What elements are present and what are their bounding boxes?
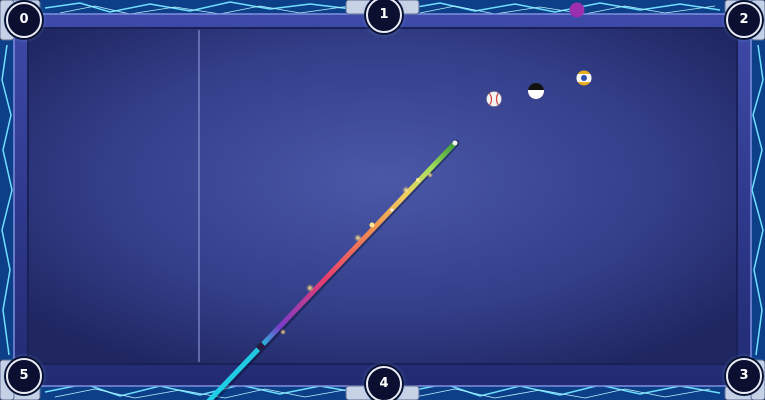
pool-game[interactable]: 0 1 2 3 4 5 <box>0 0 765 400</box>
lightning-rail-right <box>751 40 765 360</box>
cue-ball[interactable] <box>486 91 502 107</box>
pocket-2-label[interactable]: 2 <box>726 2 762 38</box>
lightning-rail-left <box>0 40 14 360</box>
purple-ball[interactable] <box>569 2 585 18</box>
pool-table[interactable] <box>0 0 765 400</box>
table-felt[interactable] <box>28 28 737 364</box>
pocket-4-label[interactable]: 4 <box>366 366 402 400</box>
pocket-0-label[interactable]: 0 <box>6 2 42 38</box>
cue-tip <box>452 140 458 146</box>
eight-ball[interactable] <box>528 83 544 99</box>
pocket-5-label[interactable]: 5 <box>6 358 42 394</box>
pocket-3-label[interactable]: 3 <box>726 358 762 394</box>
